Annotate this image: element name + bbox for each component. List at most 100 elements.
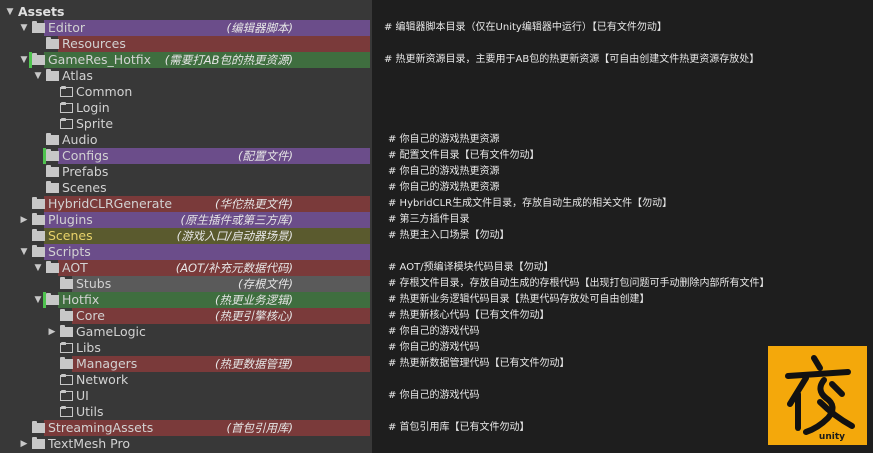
folder-name: Resources <box>62 36 126 51</box>
tree-row[interactable]: StreamingAssets (首包引用库) <box>0 420 372 436</box>
folder-icon <box>32 197 45 209</box>
annotation-note: # 首包引用库【已有文件勿动】 <box>388 422 530 433</box>
folder-name: GameLogic <box>76 324 146 339</box>
folder-name: Common <box>76 84 133 99</box>
annotation-note: # HybridCLR生成文件目录，存放自动生成的相关文件【勿动】 <box>388 198 673 209</box>
tree-row[interactable]: ▼ AOT (AOT/补充元数据代码) <box>0 260 372 276</box>
empty-folder-icon <box>60 118 73 129</box>
annotation-note: # 热更新核心代码【已有文件勿动】 <box>388 310 550 321</box>
folder-annotation: (华佗热更文件) <box>215 197 293 211</box>
folder-icon <box>32 421 45 433</box>
folder-name: Sprite <box>76 116 114 131</box>
annotation-note: # 你自己的游戏代码 <box>388 342 480 353</box>
logo: unity <box>768 346 867 445</box>
tree-row[interactable]: ▼ Scripts <box>0 244 372 260</box>
tree-row[interactable]: Audio <box>0 132 372 148</box>
folder-icon <box>60 357 73 369</box>
folder-name: Managers <box>76 356 138 371</box>
expand-arrow-down-icon[interactable]: ▼ <box>18 20 30 36</box>
annotation-note: # 热更新业务逻辑代码目录【热更代码存放处可自由创建】 <box>388 294 650 305</box>
expand-arrow-down-icon[interactable]: ▼ <box>32 292 44 308</box>
folder-annotation: (AOT/补充元数据代码) <box>175 261 293 275</box>
folder-annotation: (配置文件) <box>238 149 293 163</box>
tree-row[interactable]: ▼ Editor (编辑器脚本) <box>0 20 372 36</box>
annotation-note: # 热更新资源目录，主要用于AB包的热更新资源【可自由创建文件热更资源存放处】 <box>384 54 760 65</box>
tree-row[interactable]: ▼ Hotfix (热更业务逻辑) <box>0 292 372 308</box>
folder-highlight <box>72 276 370 292</box>
folder-annotation: (编辑器脚本) <box>226 21 293 35</box>
unity-brand-label: unity <box>818 432 845 442</box>
folder-name: Configs <box>62 148 109 163</box>
folder-annotation: (热更业务逻辑) <box>215 293 293 307</box>
tree-row[interactable]: ▶ TextMesh Pro <box>0 436 372 452</box>
folder-name: Atlas <box>62 68 93 83</box>
collapse-arrow-right-icon[interactable]: ▶ <box>18 436 30 452</box>
folder-name: Scenes <box>62 180 107 195</box>
tree-row[interactable]: Core (热更引擎核心) <box>0 308 372 324</box>
empty-folder-icon <box>60 86 73 97</box>
tree-row[interactable]: Scenes (游戏入口/启动器场景) <box>0 228 372 244</box>
folder-icon <box>32 229 45 241</box>
folder-icon <box>32 213 45 225</box>
tree-row[interactable]: Sprite <box>0 116 372 132</box>
annotation-note: # 你自己的游戏热更资源 <box>388 182 500 193</box>
folder-name: Hotfix <box>62 292 100 307</box>
tree-row[interactable]: Utils <box>0 404 372 420</box>
annotation-note: # 你自己的游戏代码 <box>388 390 480 401</box>
tree-row[interactable]: ▼ Atlas <box>0 68 372 84</box>
expand-arrow-down-icon[interactable]: ▼ <box>18 244 30 260</box>
tree-row[interactable]: Prefabs <box>0 164 372 180</box>
tree-row[interactable]: ▼ Assets <box>0 4 372 20</box>
annotation-note: # 热更新数据管理代码【已有文件勿动】 <box>388 358 570 369</box>
tree-row[interactable]: Stubs (存根文件) <box>0 276 372 292</box>
folder-name: Plugins <box>48 212 93 227</box>
annotation-note: # 热更主入口场景【勿动】 <box>388 230 510 241</box>
folder-icon <box>32 245 45 257</box>
annotation-note: # 你自己的游戏热更资源 <box>388 134 500 145</box>
folder-icon <box>32 437 45 449</box>
folder-icon <box>46 37 59 49</box>
folder-icon <box>32 21 45 33</box>
collapse-arrow-right-icon[interactable]: ▶ <box>18 212 30 228</box>
folder-name: Utils <box>76 404 104 419</box>
folder-icon <box>46 165 59 177</box>
tree-row[interactable]: ▼ GameRes_Hotfix (需要打AB包的热更资源) <box>0 52 372 68</box>
folder-name: Scripts <box>48 244 91 259</box>
tree-row[interactable]: UI <box>0 388 372 404</box>
expand-arrow-down-icon[interactable]: ▼ <box>32 68 44 84</box>
tree-row[interactable]: Scenes <box>0 180 372 196</box>
folder-icon <box>32 53 45 65</box>
annotation-note: # 配置文件目录【已有文件勿动】 <box>388 150 540 161</box>
expand-arrow-down-icon[interactable]: ▼ <box>4 4 16 20</box>
tree-row[interactable]: ▶ GameLogic <box>0 324 372 340</box>
folder-name: Assets <box>18 4 65 19</box>
tree-row[interactable]: HybridCLRGenerate (华佗热更文件) <box>0 196 372 212</box>
folder-annotation: (热更数据管理) <box>215 357 293 371</box>
folder-icon <box>46 133 59 145</box>
folder-name: Scenes <box>48 228 93 243</box>
empty-folder-icon <box>60 342 73 353</box>
folder-name: Editor <box>48 20 85 35</box>
collapse-arrow-right-icon[interactable]: ▶ <box>46 324 58 340</box>
folder-highlight <box>58 292 370 308</box>
folder-name: TextMesh Pro <box>48 436 130 451</box>
folder-annotation: (首包引用库) <box>226 421 293 435</box>
folder-annotation: (存根文件) <box>238 277 293 291</box>
tree-row[interactable]: Managers (热更数据管理) <box>0 356 372 372</box>
tree-row[interactable]: Common <box>0 84 372 100</box>
folder-name: Login <box>76 100 110 115</box>
tree-row[interactable]: Configs (配置文件) <box>0 148 372 164</box>
expand-arrow-down-icon[interactable]: ▼ <box>18 52 30 68</box>
folder-name: GameRes_Hotfix <box>48 52 152 67</box>
empty-folder-icon <box>60 102 73 113</box>
expand-arrow-down-icon[interactable]: ▼ <box>32 260 44 276</box>
folder-name: Audio <box>62 132 98 147</box>
tree-row[interactable]: Libs <box>0 340 372 356</box>
tree-row[interactable]: Network <box>0 372 372 388</box>
project-tree-panel: ▼ Assets ▼ Editor (编辑器脚本) Resources ▼ GameRes_H… <box>0 0 372 453</box>
tree-row[interactable]: ▶ Plugins (原生插件或第三方库) <box>0 212 372 228</box>
folder-icon <box>60 309 73 321</box>
tree-row[interactable]: Resources <box>0 36 372 52</box>
tree-row[interactable]: Login <box>0 100 372 116</box>
annotation-note: # 编辑器脚本目录（仅在Unity编辑器中运行）【已有文件勿动】 <box>384 22 667 33</box>
